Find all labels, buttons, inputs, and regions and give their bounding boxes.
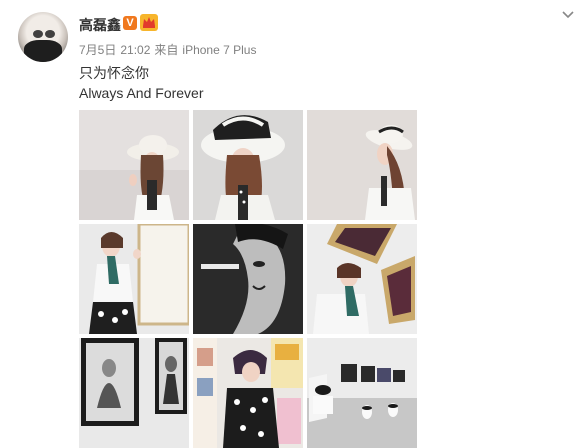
photo-9[interactable] xyxy=(307,338,417,448)
weibo-post: 高磊鑫 V 7月5日 21:02 来自 iPhone 7 Plus 只为怀念你 Alw… xyxy=(0,0,583,448)
source-prefix: 来自 xyxy=(154,43,179,57)
photo-6[interactable] xyxy=(307,224,417,334)
post-meta: 7月5日 21:02 来自 iPhone 7 Plus xyxy=(79,41,260,58)
photo-2[interactable] xyxy=(193,110,303,220)
photo-4[interactable] xyxy=(79,224,189,334)
photo-grid xyxy=(79,110,418,448)
user-avatar[interactable] xyxy=(18,12,68,62)
photo-3[interactable] xyxy=(307,110,417,220)
verified-badge-icon[interactable]: V xyxy=(123,16,137,30)
username-link[interactable]: 高磊鑫 xyxy=(79,15,121,35)
post-text-line2: Always And Forever xyxy=(79,85,204,101)
photo-1[interactable] xyxy=(79,110,189,220)
photo-5[interactable] xyxy=(193,224,303,334)
crown-badge-icon[interactable] xyxy=(140,14,158,31)
source-device[interactable]: iPhone 7 Plus xyxy=(182,43,256,57)
photo-8[interactable] xyxy=(193,338,303,448)
post-time[interactable]: 21:02 xyxy=(120,43,150,57)
post-text-line1: 只为怀念你 xyxy=(79,65,149,81)
post-date[interactable]: 7月5日 xyxy=(79,43,116,57)
chevron-down-icon[interactable] xyxy=(561,8,575,22)
photo-7[interactable] xyxy=(79,338,189,448)
